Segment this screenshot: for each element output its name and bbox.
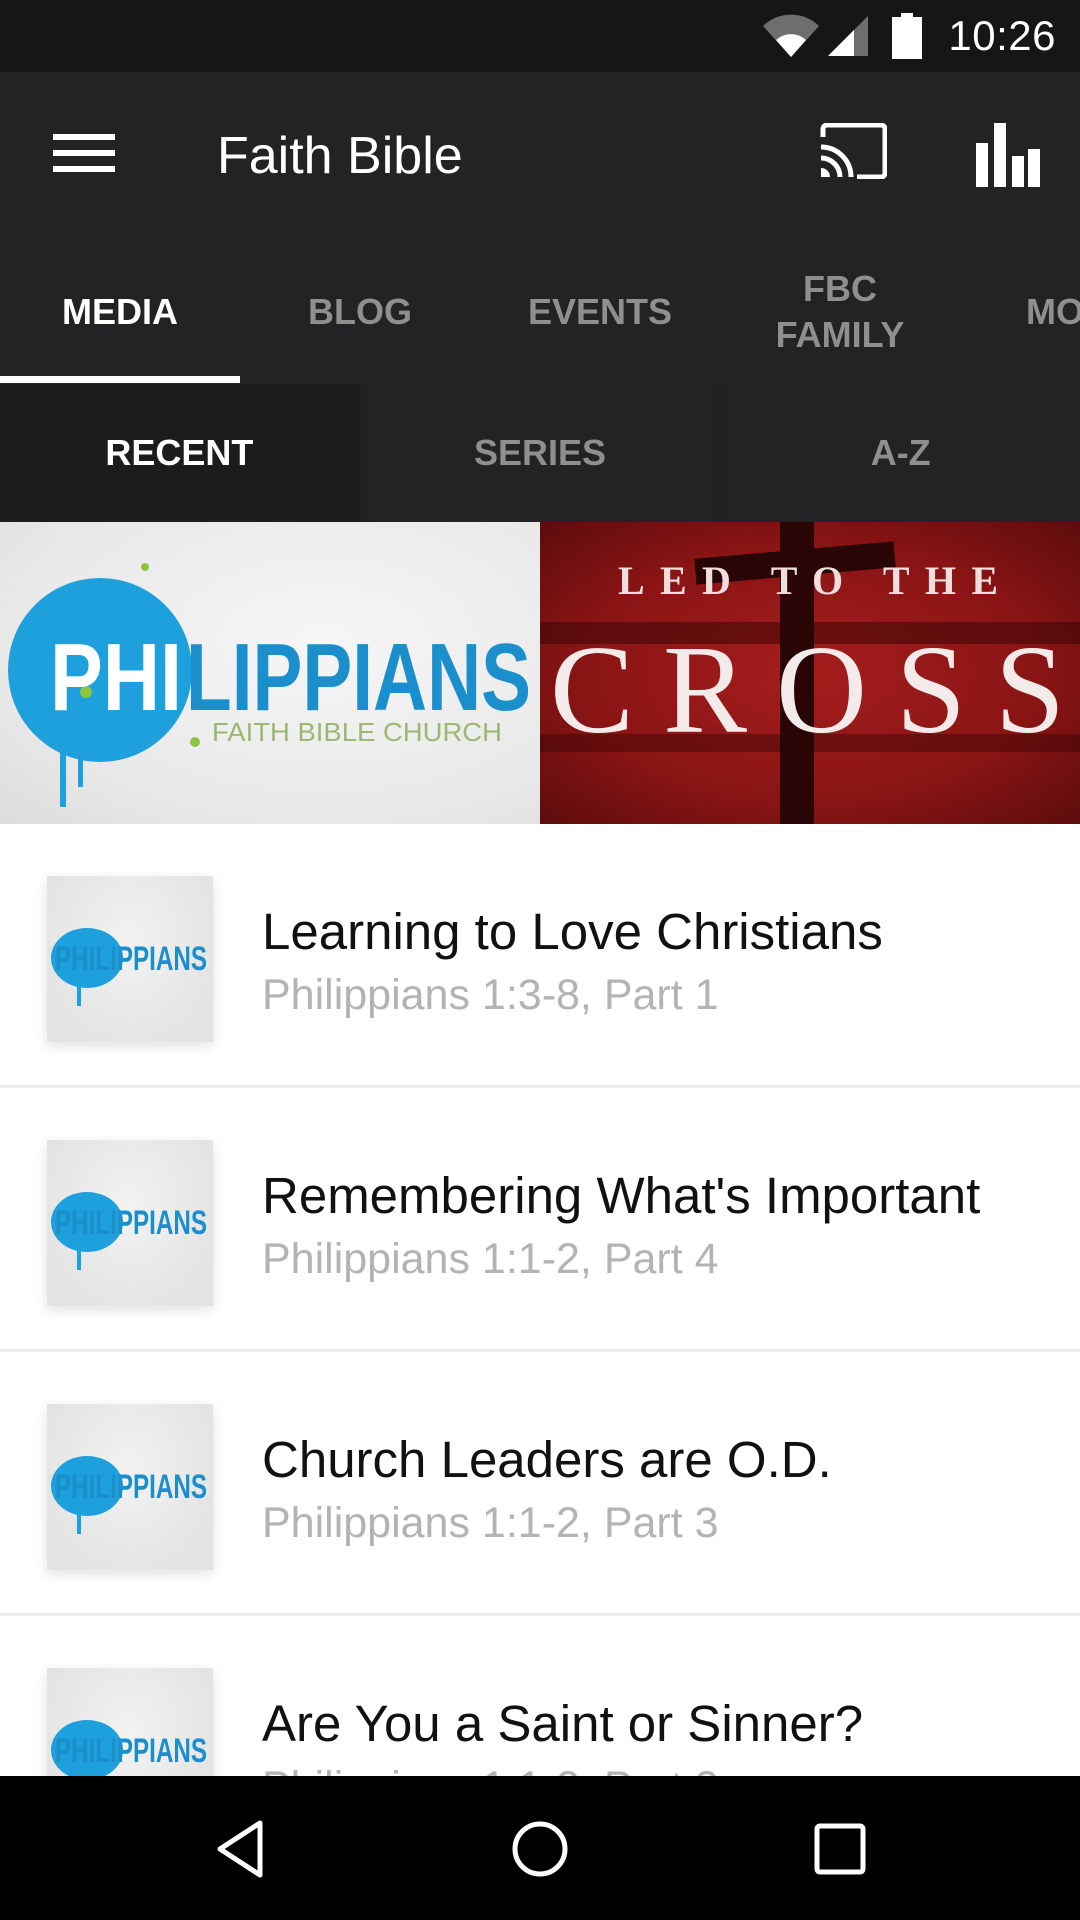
- svg-text:PHILIPPIANS: PHILIPPIANS: [55, 940, 207, 978]
- tab-label: EVENTS: [527, 291, 673, 332]
- svg-text:PHILIPPIANS: PHILIPPIANS: [55, 1732, 207, 1770]
- sermon-list-item[interactable]: PHILIPPIANS Remembering What's Important…: [0, 1088, 1080, 1352]
- sermon-list-item[interactable]: PHILIPPIANS Church Leaders are O.D. Phil…: [0, 1352, 1080, 1616]
- app-title: Faith Bible: [217, 127, 463, 185]
- sermon-thumbnail: PHILIPPIANS: [47, 1668, 213, 1776]
- cast-icon: [819, 122, 888, 184]
- tab-label: MEDIA: [62, 291, 178, 332]
- subtab-series[interactable]: SERIES: [361, 384, 722, 522]
- tab-more[interactable]: MORE: [1026, 240, 1080, 384]
- main-tab-bar: MEDIA BLOG EVENTS FBC FAMILY MORE: [0, 240, 1080, 384]
- subtab-label: RECENT: [105, 432, 254, 473]
- home-icon: [510, 1819, 570, 1884]
- svg-text:PHILIPPIANS: PHILIPPIANS: [55, 1204, 207, 1242]
- subtab-recent[interactable]: RECENT: [0, 384, 361, 522]
- sermon-thumbnail: PHILIPPIANS: [47, 1404, 213, 1570]
- stats-button[interactable]: [966, 120, 1050, 194]
- sub-tab-bar: RECENT SERIES A-Z: [0, 384, 1080, 522]
- sermon-list-item[interactable]: PHILIPPIANS Learning to Love Christians …: [0, 824, 1080, 1088]
- subtab-label: SERIES: [473, 432, 607, 473]
- subtab-label: A-Z: [870, 432, 931, 473]
- tab-media[interactable]: MEDIA: [0, 240, 240, 384]
- tab-fbc-family[interactable]: FBC FAMILY: [720, 240, 960, 384]
- tab-label: BLOG: [308, 291, 412, 332]
- app-bar: Faith Bible: [0, 72, 1080, 240]
- tab-label: MORE: [1026, 291, 1080, 332]
- bar-chart-icon: [974, 122, 1042, 192]
- tab-label-line2: FAMILY: [775, 314, 905, 355]
- hamburger-menu-icon: [53, 133, 115, 177]
- banner-philippians-blue: LIPPIANS: [186, 624, 531, 731]
- sermon-list-item[interactable]: PHILIPPIANS Are You a Saint or Sinner? P…: [0, 1616, 1080, 1776]
- cast-button[interactable]: [810, 120, 896, 186]
- series-banner-philippians[interactable]: PHI LIPPIANS FAITH BIBLE CHURCH: [0, 522, 540, 824]
- recents-button[interactable]: [780, 1806, 900, 1896]
- sermon-scripture: Philippians 1:1-2, Part 2: [262, 1760, 719, 1776]
- cross-artwork: LED TO THE CROSS: [540, 522, 1080, 824]
- sermon-title: Remembering What's Important: [262, 1167, 981, 1224]
- sermon-thumbnail: PHILIPPIANS: [47, 1140, 213, 1306]
- home-button[interactable]: [480, 1806, 600, 1896]
- sermon-title: Church Leaders are O.D.: [262, 1431, 832, 1488]
- svg-text:PHILIPPIANS: PHILIPPIANS: [55, 1468, 207, 1506]
- sermon-thumbnail: PHILIPPIANS: [47, 876, 213, 1042]
- status-bar: 10:26: [0, 0, 1080, 72]
- tab-events[interactable]: EVENTS: [480, 240, 720, 384]
- back-icon: [214, 1819, 266, 1884]
- system-navigation-bar: [0, 1776, 1080, 1920]
- series-banner-led-to-the-cross[interactable]: LED TO THE CROSS: [540, 522, 1080, 824]
- battery-icon: [892, 13, 923, 59]
- menu-button[interactable]: [40, 122, 128, 188]
- banner-philippians-subtitle: FAITH BIBLE CHURCH: [212, 717, 502, 747]
- sermon-title: Learning to Love Christians: [262, 903, 883, 960]
- wifi-icon: [762, 14, 820, 58]
- tab-blog[interactable]: BLOG: [240, 240, 480, 384]
- sermon-scripture: Philippians 1:1-2, Part 3: [262, 1499, 719, 1547]
- back-button[interactable]: [180, 1806, 300, 1896]
- featured-series-banner: PHI LIPPIANS FAITH BIBLE CHURCH LED TO T…: [0, 522, 1080, 824]
- tab-label-line1: FBC: [803, 268, 877, 309]
- recents-icon: [814, 1823, 866, 1880]
- sermon-scripture: Philippians 1:1-2, Part 4: [262, 1235, 719, 1283]
- philippians-artwork: PHI LIPPIANS FAITH BIBLE CHURCH: [8, 563, 531, 807]
- sermon-scripture: Philippians 1:3-8, Part 1: [262, 971, 719, 1019]
- active-tab-indicator: [0, 376, 240, 383]
- cell-signal-icon: [826, 14, 870, 58]
- sermon-list[interactable]: PHILIPPIANS Learning to Love Christians …: [0, 824, 1080, 1776]
- banner-philippians-white: PHI: [50, 624, 182, 731]
- status-time: 10:26: [948, 12, 1056, 59]
- sermon-title: Are You a Saint or Sinner?: [262, 1695, 864, 1752]
- subtab-a-z[interactable]: A-Z: [721, 384, 1080, 522]
